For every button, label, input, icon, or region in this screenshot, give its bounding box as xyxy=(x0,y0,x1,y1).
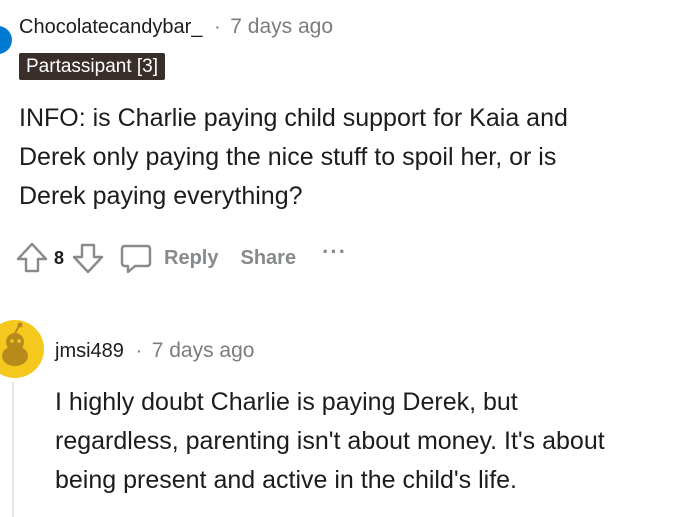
comment-body: INFO: is Charlie paying child support fo… xyxy=(19,99,679,216)
comment-meta: jmsi489 · 7 days ago xyxy=(55,339,254,363)
meta-separator: · xyxy=(214,16,221,38)
share-button[interactable]: Share xyxy=(240,247,296,270)
username-link[interactable]: Chocolatecandybar_ xyxy=(19,16,202,38)
username-link[interactable]: jmsi489 xyxy=(55,340,124,362)
comment-line: Derek paying everything? xyxy=(19,182,303,210)
reply-button[interactable]: Reply xyxy=(118,240,218,276)
comment-line: INFO: is Charlie paying child support fo… xyxy=(19,104,568,132)
more-options-button[interactable]: ··· xyxy=(322,241,347,263)
user-flair-badge: Partassipant [3] xyxy=(19,53,166,80)
arrow-up-icon xyxy=(16,242,48,273)
comment-line: regardless, parenting isn't about money.… xyxy=(55,427,605,455)
snoo-avatar-icon[interactable] xyxy=(0,320,44,378)
vote-score: 8 xyxy=(54,247,65,268)
upvote-button[interactable] xyxy=(14,240,50,276)
meta-separator: · xyxy=(135,340,143,362)
reply-label: Reply xyxy=(164,246,219,269)
comment-actions-bar: 8 Reply Share ··· xyxy=(14,236,347,280)
user-avatar[interactable] xyxy=(0,26,12,54)
downvote-button[interactable] xyxy=(70,240,106,276)
comment-line: Derek only paying the nice stuff to spoi… xyxy=(19,143,557,171)
comment-meta: Chocolatecandybar_ · 7 days ago xyxy=(19,15,333,39)
speech-bubble-icon xyxy=(120,244,152,274)
comment-body: I highly doubt Charlie is paying Derek, … xyxy=(55,383,695,500)
timestamp-link[interactable]: 7 days ago xyxy=(152,339,255,362)
comment-line: being present and active in the child's … xyxy=(55,466,517,494)
timestamp-link[interactable]: 7 days ago xyxy=(230,15,333,38)
arrow-down-icon xyxy=(72,243,104,274)
thread-line[interactable] xyxy=(12,382,14,517)
comment-line: I highly doubt Charlie is paying Derek, … xyxy=(55,388,518,416)
